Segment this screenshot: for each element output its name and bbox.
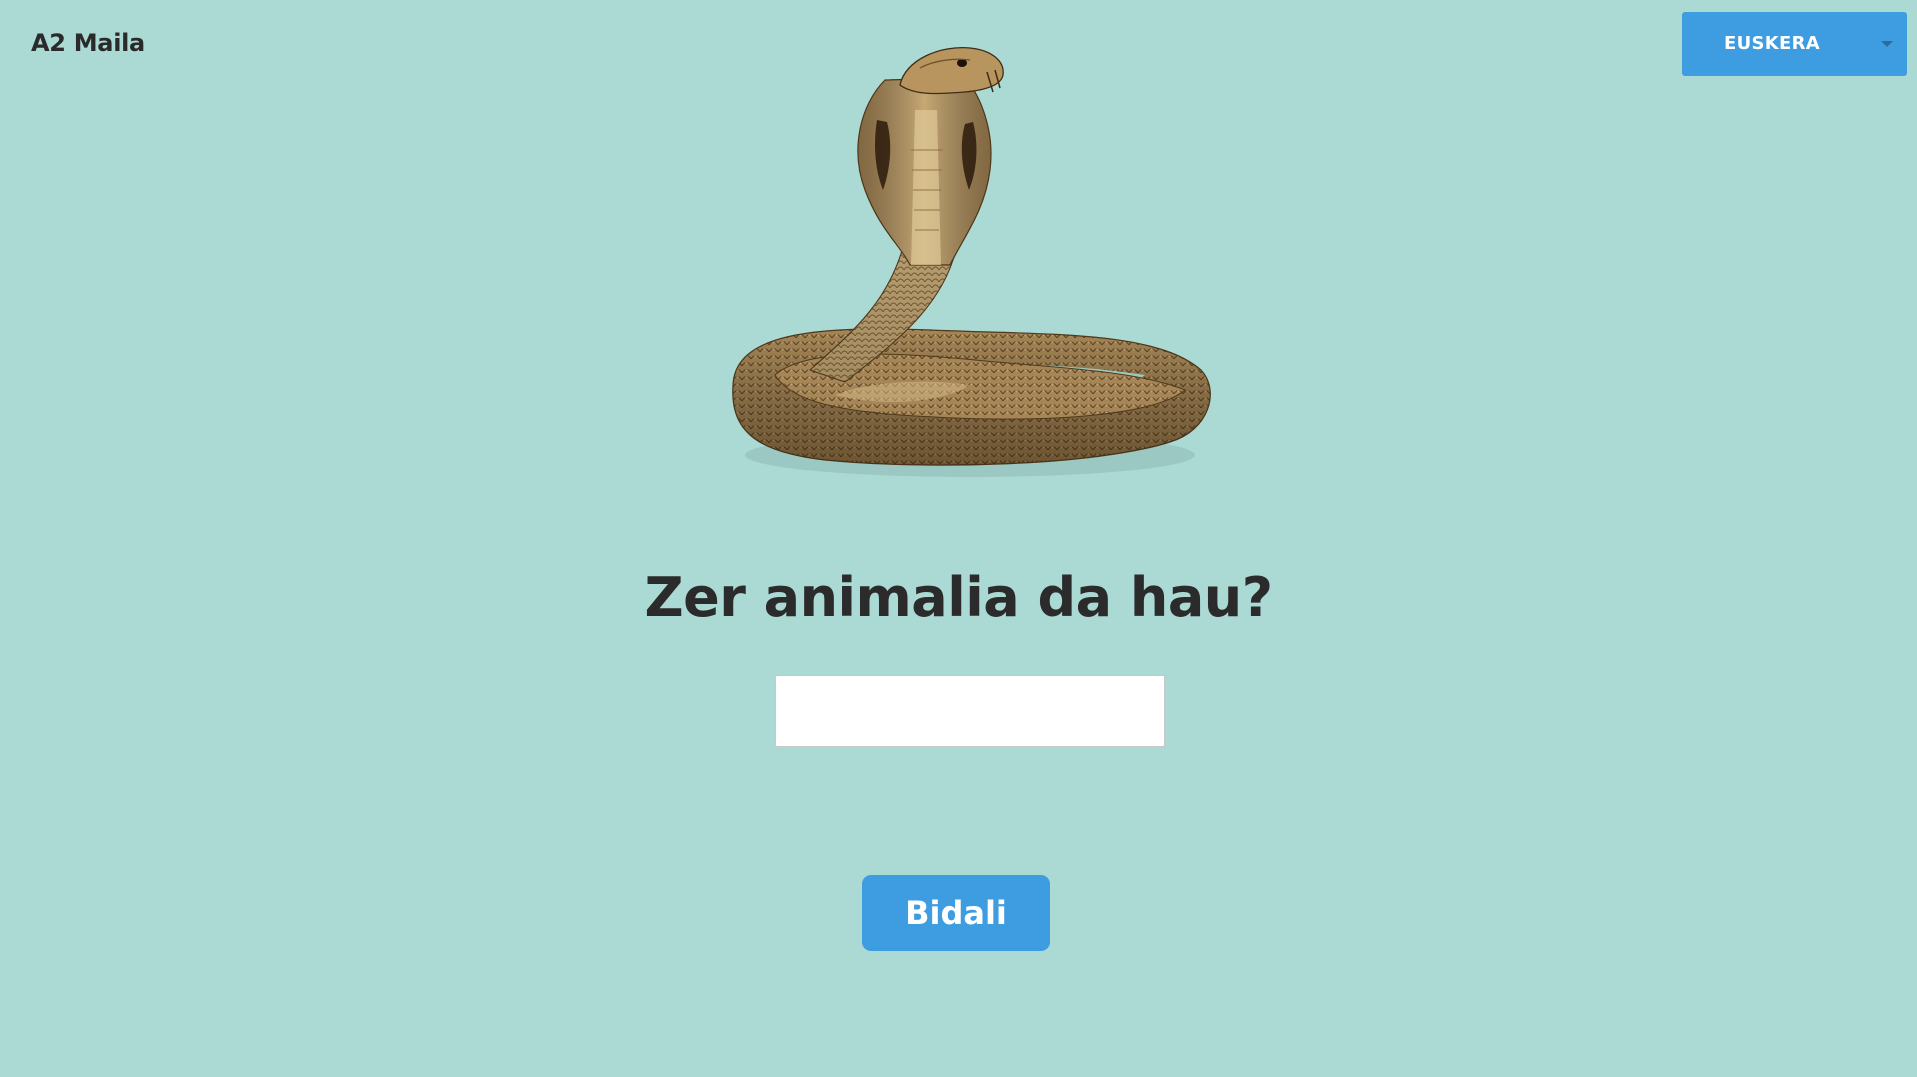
language-select[interactable]: EUSKERA xyxy=(1682,12,1907,76)
cobra-image xyxy=(732,46,1211,477)
chevron-down-icon xyxy=(1881,41,1893,47)
submit-button[interactable]: Bidali xyxy=(862,875,1050,951)
animal-image xyxy=(715,30,1225,490)
language-select-value: EUSKERA xyxy=(1723,33,1820,54)
question-heading: Zer animalia da hau? xyxy=(644,566,1273,629)
level-label: A2 Maila xyxy=(31,29,145,57)
answer-input[interactable] xyxy=(775,675,1165,747)
